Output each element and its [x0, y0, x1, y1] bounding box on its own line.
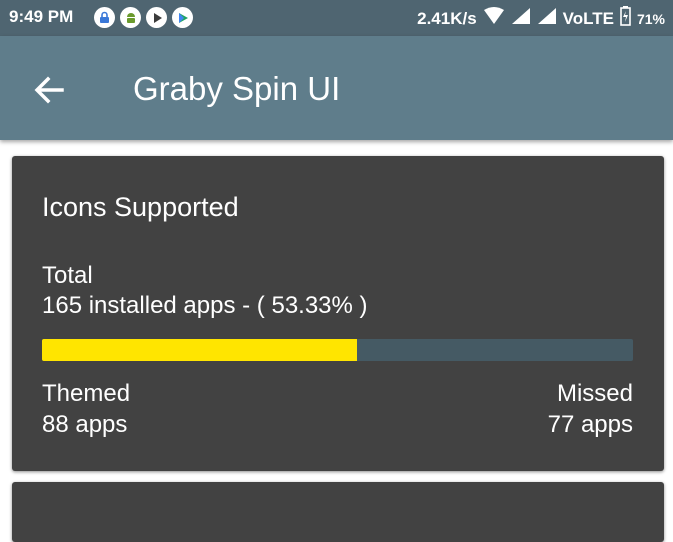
missed-value: 77 apps	[547, 411, 633, 438]
icons-supported-card: Icons Supported Total 165 installed apps…	[12, 156, 664, 471]
status-right: 2.41K/s VoLTE 71%	[417, 6, 665, 31]
card-title: Icons Supported	[42, 192, 239, 222]
network-type: VoLTE	[562, 8, 614, 28]
missed-label: Missed	[556, 380, 633, 407]
network-speed: 2.41K/s	[417, 8, 477, 28]
themed-label: Themed	[42, 380, 131, 407]
page-title: Graby Spin UI	[133, 70, 341, 107]
total-label: Total	[42, 262, 93, 289]
status-bar: 9:49 PM 2.41K/s VoLTE 71%	[0, 0, 673, 36]
status-time: 9:49 PM	[9, 7, 74, 26]
android-icon	[120, 7, 141, 28]
battery-level: 71%	[636, 10, 665, 27]
signal-icon-2	[537, 7, 557, 30]
themed-progress-bar	[42, 339, 633, 361]
progress-fill	[42, 339, 358, 361]
play-icon	[146, 7, 167, 28]
notification-icons	[94, 7, 193, 28]
app-bar: Graby Spin UI	[0, 36, 673, 140]
total-value: 165 installed apps - ( 53.33% )	[42, 292, 368, 319]
vpn-lock-icon	[94, 7, 115, 28]
battery-icon	[620, 6, 631, 31]
arrow-back-icon	[34, 76, 64, 104]
themed-value: 88 apps	[42, 411, 128, 438]
play-store-icon	[172, 7, 193, 28]
next-card	[12, 482, 664, 542]
wifi-icon	[483, 7, 505, 30]
back-button[interactable]	[28, 68, 72, 112]
signal-icon	[511, 7, 531, 30]
